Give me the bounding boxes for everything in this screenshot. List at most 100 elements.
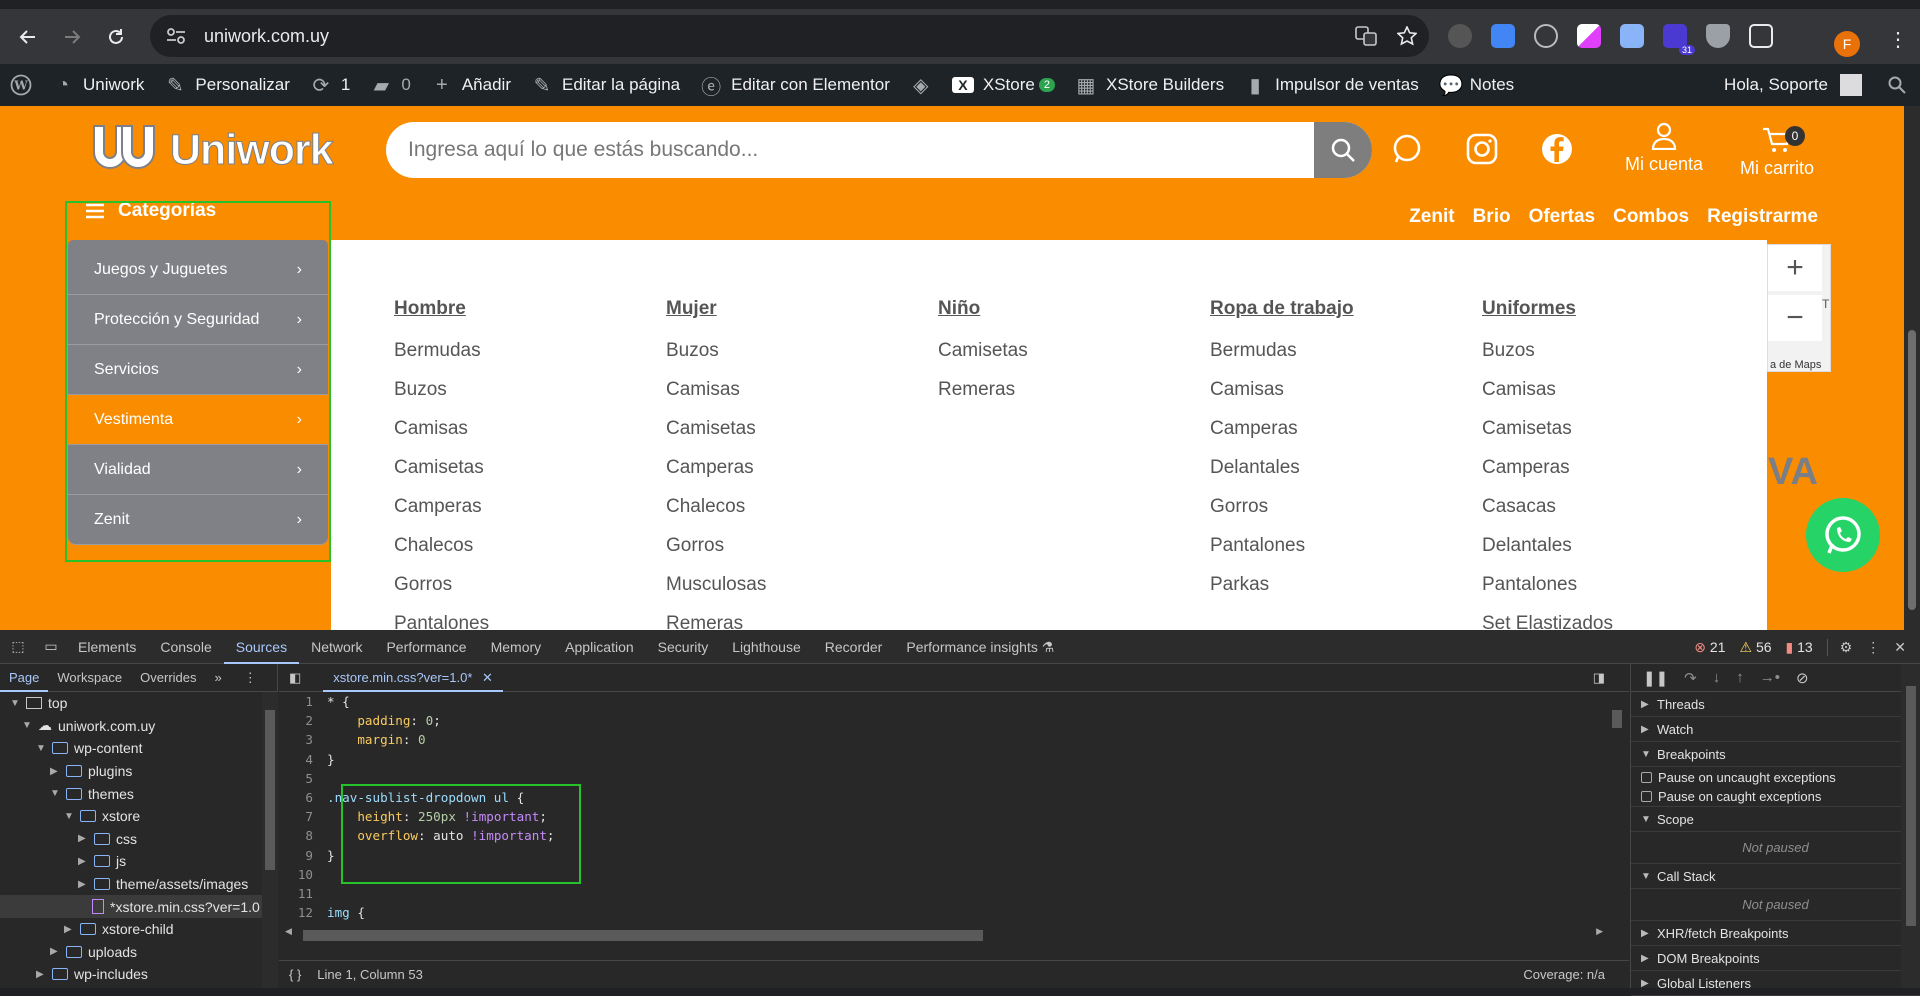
page-scrollbar[interactable] xyxy=(1904,106,1920,630)
edit-elementor-link[interactable]: ⓔ Editar con Elementor xyxy=(690,64,900,106)
nav-tab-page[interactable]: Page xyxy=(0,664,49,692)
site-settings-icon[interactable] xyxy=(166,27,194,45)
browser-menu-button[interactable]: ⋮ xyxy=(1888,27,1908,52)
mega-column-title[interactable]: Mujer xyxy=(666,298,766,320)
editor-tab[interactable]: xstore.min.css?ver=1.0* ✕ xyxy=(323,664,503,692)
threads-section[interactable]: ▶ Threads xyxy=(1631,692,1920,717)
xstore-builders-menu[interactable]: ▦ XStore Builders xyxy=(1065,64,1234,106)
mega-link[interactable]: Gorros xyxy=(666,526,766,565)
shield-extension-icon[interactable] xyxy=(1706,24,1730,48)
tab-memory[interactable]: Memory xyxy=(479,630,554,664)
watch-section[interactable]: ▶ Watch xyxy=(1631,717,1920,742)
tab-lighthouse[interactable]: Lighthouse xyxy=(720,630,813,664)
tab-sources[interactable]: Sources xyxy=(223,630,300,664)
mega-column-title[interactable]: Hombre xyxy=(394,298,489,320)
diamond-menu[interactable]: ◈ xyxy=(900,64,942,106)
deactivate-breakpoints-icon[interactable]: ⊘ xyxy=(1796,669,1809,687)
map-zoom-in-button[interactable]: + xyxy=(1768,245,1822,291)
scope-section[interactable]: ▼ Scope xyxy=(1631,807,1920,832)
mega-link[interactable]: Camperas xyxy=(666,448,766,487)
devtools-more-icon[interactable]: ⋮ xyxy=(1866,639,1880,656)
screen-capture-extension-icon[interactable] xyxy=(1620,24,1644,48)
nav-ofertas[interactable]: Ofertas xyxy=(1529,206,1596,228)
mega-column-title[interactable]: Niño xyxy=(938,298,1028,320)
tree-item[interactable]: ▶ js xyxy=(0,850,277,873)
mega-link[interactable]: Camperas xyxy=(1482,448,1613,487)
tree-item-selected-file[interactable]: *xstore.min.css?ver=1.0 xyxy=(0,895,277,918)
wordpress-extension-icon[interactable] xyxy=(1448,24,1472,48)
page-scrollbar-thumb[interactable] xyxy=(1908,330,1916,610)
editor-vertical-scrollbar[interactable] xyxy=(1609,692,1625,924)
step-over-icon[interactable]: ↷ xyxy=(1684,669,1697,687)
mega-link[interactable]: Musculosas xyxy=(666,565,766,604)
account-link[interactable]: Mi cuenta xyxy=(1622,122,1706,175)
mega-link[interactable]: Bermudas xyxy=(1210,331,1354,370)
toggle-navigator-icon[interactable]: ◧ xyxy=(289,670,301,686)
add-new-menu[interactable]: + Añadir xyxy=(421,64,521,106)
mega-link[interactable]: Remeras xyxy=(938,370,1028,409)
mega-link[interactable]: Camisas xyxy=(1210,370,1354,409)
profile-avatar[interactable]: F xyxy=(1834,31,1860,57)
facebook-icon[interactable] xyxy=(1540,132,1574,166)
call-stack-section[interactable]: ▼ Call Stack xyxy=(1631,864,1920,889)
navigator-scrollbar[interactable] xyxy=(262,692,278,988)
bookmark-star-icon[interactable] xyxy=(1397,26,1417,46)
mega-link[interactable]: Gorros xyxy=(394,565,489,604)
search-button[interactable] xyxy=(1314,122,1372,178)
nav-combos[interactable]: Combos xyxy=(1613,206,1689,228)
mega-link[interactable]: Camisas xyxy=(394,409,489,448)
tree-item[interactable]: ▶ uploads xyxy=(0,941,277,964)
edit-page-link[interactable]: ✎ Editar la página xyxy=(521,64,690,106)
nav-tab-overrides[interactable]: Overrides xyxy=(131,664,205,692)
tab-recorder[interactable]: Recorder xyxy=(813,630,895,664)
mega-link[interactable]: Buzos xyxy=(666,331,766,370)
mega-link[interactable]: Parkas xyxy=(1210,565,1354,604)
mega-column-title[interactable]: Uniformes xyxy=(1482,298,1613,320)
mega-link[interactable]: Set Elastizados xyxy=(1482,604,1613,630)
calendar-extension-icon[interactable]: 31 xyxy=(1663,24,1695,55)
tree-item[interactable]: ▼ xstore xyxy=(0,805,277,828)
mega-link[interactable]: Camisetas xyxy=(938,331,1028,370)
code-content[interactable]: 1 * { 2 padding: 0; 3 margin: 0 4} 5 6 .na… xyxy=(279,692,1609,924)
tab-console[interactable]: Console xyxy=(148,630,223,664)
step-out-icon[interactable]: ↑ xyxy=(1736,669,1744,686)
mega-link[interactable]: Delantales xyxy=(1482,526,1613,565)
wp-logo-menu[interactable]: W xyxy=(0,64,42,106)
navigator-menu-icon[interactable]: ⋮ xyxy=(235,664,266,692)
toggle-debugger-icon[interactable]: ◨ xyxy=(1593,670,1605,686)
breakpoints-section[interactable]: ▼ Breakpoints xyxy=(1631,742,1920,767)
pretty-print-icon[interactable]: { } xyxy=(289,967,301,982)
tree-item[interactable]: ▶ plugins xyxy=(0,760,277,783)
global-listeners-section[interactable]: ▶ Global Listeners xyxy=(1631,971,1920,996)
mega-link[interactable]: Delantales xyxy=(1210,448,1354,487)
back-button[interactable] xyxy=(6,17,50,57)
tree-item[interactable]: ▶ xstore-child xyxy=(0,918,277,941)
tab-application[interactable]: Application xyxy=(553,630,646,664)
devtools-close-icon[interactable]: ✕ xyxy=(1894,639,1906,656)
google-translate-extension-icon[interactable] xyxy=(1491,24,1515,48)
sales-booster-menu[interactable]: ▮ Impulsor de ventas xyxy=(1234,64,1429,106)
customize-link[interactable]: ✎ Personalizar xyxy=(154,64,300,106)
mega-column-title[interactable]: Ropa de trabajo xyxy=(1210,298,1354,320)
reload-button[interactable] xyxy=(94,17,138,57)
step-into-icon[interactable]: ↓ xyxy=(1713,669,1721,686)
forward-button[interactable] xyxy=(50,17,94,57)
admin-search-icon[interactable] xyxy=(1888,76,1906,94)
mega-link[interactable]: Camisetas xyxy=(394,448,489,487)
mega-link[interactable]: Camisetas xyxy=(666,409,766,448)
more-tabs-chevron-icon[interactable]: » xyxy=(206,664,231,692)
translate-icon[interactable] xyxy=(1355,26,1377,46)
nav-tab-workspace[interactable]: Workspace xyxy=(48,664,131,692)
cart-link[interactable]: 0 Mi carrito xyxy=(1730,122,1824,179)
editor-horizontal-scrollbar[interactable]: ◀ ▶ xyxy=(279,924,1609,946)
pause-uncaught-checkbox[interactable]: Pause on uncaught exceptions xyxy=(1631,767,1920,787)
tree-item[interactable]: ▼ wp-content xyxy=(0,737,277,760)
tree-item[interactable]: ▶ css xyxy=(0,828,277,851)
instagram-icon[interactable] xyxy=(1465,132,1499,166)
whatsapp-icon[interactable] xyxy=(1390,132,1424,166)
account-greeting[interactable]: Hola, Soporte xyxy=(1724,75,1828,95)
notes-menu[interactable]: 💬 Notes xyxy=(1429,64,1524,106)
site-logo[interactable]: Uniwork xyxy=(88,122,334,178)
map-zoom-out-button[interactable]: − xyxy=(1768,295,1822,341)
inspect-element-icon[interactable]: ⬚ xyxy=(0,638,36,655)
